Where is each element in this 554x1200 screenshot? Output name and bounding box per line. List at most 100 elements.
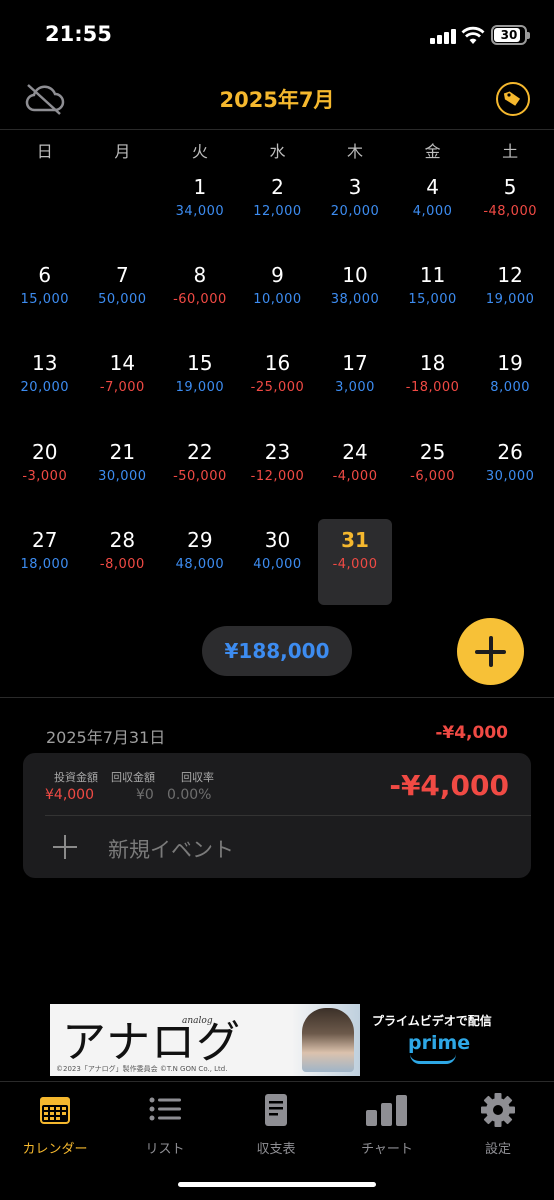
day-number: 18 [419,351,446,376]
day-amount: -60,000 [173,292,227,308]
day-amount: -6,000 [410,468,456,484]
calendar-day-cell[interactable]: 6 15,000 [6,254,84,342]
document-icon [265,1094,287,1126]
header: 2025年7月 [0,70,554,128]
section-divider [0,697,554,698]
day-amount: 19,000 [485,292,535,308]
calendar-day-cell[interactable]: 27 18,000 [6,519,84,607]
day-number: 12 [497,263,523,288]
calendar-grid: 1 34,000 2 12,000 3 20,000 4 4,000 5 -48,000 6 15,0… [6,166,549,607]
calendar-day-cell[interactable]: 29 48,000 [161,519,239,607]
calendar-day-cell[interactable]: 2 12,000 [239,166,317,254]
day-amount: 20,000 [330,204,380,219]
day-number: 5 [503,175,517,199]
day-number: 27 [32,527,58,552]
calendar-day-cell[interactable]: 18 -18,000 [394,342,472,430]
calendar-day-cell[interactable]: 25 -6,000 [394,431,472,519]
calendar-day-cell[interactable]: 24 -4,000 [316,431,394,519]
day-number: 6 [38,263,52,288]
ad-cta-panel: プライムビデオで配信 prime [360,1004,500,1076]
day-number: 23 [264,439,291,464]
day-amount: 15,000 [20,292,70,308]
day-number: 25 [419,439,446,464]
calendar-day-cell[interactable]: 5 -48,000 [471,166,549,254]
tab-calendar[interactable]: カレンダー [0,1092,110,1157]
day-number: 15 [187,351,213,376]
day-amount: 48,000 [175,556,225,572]
calendar-day-cell[interactable]: 13 20,000 [6,342,84,430]
calendar-day-cell[interactable]: 4 4,000 [394,166,472,254]
day-number: 19 [497,351,523,376]
day-amount: -18,000 [405,380,460,396]
month-title[interactable]: 2025年7月 [0,84,554,114]
day-amount: -8,000 [99,556,145,572]
ad-banner[interactable]: アナログ analog ©2023「アナログ」製作委員会 ©T.N GON Co… [50,1004,500,1076]
day-number: 22 [187,439,213,464]
rate-label: 回収率 [181,771,214,784]
calendar-day-cell[interactable]: 3 20,000 [316,166,394,254]
day-number: 26 [497,439,523,464]
day-number: 24 [342,439,368,464]
day-number: 3 [348,175,362,199]
tag-button[interactable] [496,82,530,116]
calendar-day-cell[interactable]: 30 40,000 [239,519,317,607]
day-number: 13 [32,351,58,376]
battery-icon: 30 [491,25,530,45]
card-divider [45,815,531,816]
plus-icon[interactable] [53,835,77,859]
day-number: 21 [109,439,136,464]
day-amount: 30,000 [98,468,147,484]
calendar-day-cell[interactable]: 15 19,000 [161,342,239,430]
day-amount: 50,000 [98,292,147,308]
tab-label-calendar: カレンダー [22,1142,88,1157]
day-number: 30 [264,527,291,552]
calendar-day-cell[interactable]: 11 15,000 [394,254,472,342]
calendar-day-cell[interactable]: 19 8,000 [471,342,549,430]
calendar-day-cell[interactable]: 8 -60,000 [161,254,239,342]
event-card[interactable]: 投資金額 ¥4,000 回収金額 ¥0 回収率 0.00% -¥4,000 新規… [23,753,531,878]
calendar-day-cell[interactable]: 21 30,000 [84,431,162,519]
wifi-icon [461,26,485,44]
return-label: 回収金額 [111,771,155,784]
calendar-day-cell[interactable]: 14 -7,000 [84,342,162,430]
day-amount: -12,000 [250,468,305,484]
selected-date: 2025年7月31日 [46,728,166,747]
calendar-day-cell[interactable]: 9 10,000 [239,254,317,342]
calendar-day-cell[interactable]: 31 -4,000 [318,518,392,605]
add-button[interactable] [457,618,524,685]
weekday-header: 日月火水木金土 [6,138,549,162]
rate-value: 0.00% [167,787,212,803]
tab-list[interactable]: リスト [110,1092,220,1157]
calendar-day-cell[interactable]: 17 3,000 [316,342,394,430]
day-amount: 15,000 [408,292,457,308]
ad-image: アナログ analog ©2023「アナログ」製作委員会 ©T.N GON Co… [50,1004,360,1076]
tab-ledger[interactable]: 収支表 [221,1092,331,1157]
calendar-day-cell[interactable]: 16 -25,000 [239,342,317,430]
calendar-day-cell[interactable]: 20 -3,000 [6,431,84,519]
selected-date-total: -¥4,000 [435,723,508,743]
weekday-label: 火 [191,142,208,161]
calendar-day-cell[interactable]: 10 38,000 [316,254,394,342]
gear-icon [481,1093,515,1127]
month-total-badge[interactable]: ¥188,000 [202,626,352,676]
calendar-day-cell[interactable]: 28 -8,000 [84,519,162,607]
day-number: 1 [193,175,207,199]
calendar-day-cell[interactable]: 7 50,000 [84,254,162,342]
day-number: 14 [109,351,136,376]
calendar-day-cell[interactable]: 23 -12,000 [239,431,317,519]
new-event-button[interactable]: 新規イベント [108,834,234,864]
day-amount: 18,000 [20,556,70,572]
empty-day-cell [6,166,84,254]
calendar-icon [40,1097,70,1124]
tab-settings[interactable]: 設定 [443,1092,553,1157]
day-amount: 30,000 [485,468,535,484]
calendar-day-cell[interactable]: 22 -50,000 [161,431,239,519]
invest-value: ¥4,000 [45,787,94,803]
weekday-label: 金 [424,142,441,161]
calendar-day-cell[interactable]: 12 19,000 [471,254,549,342]
day-number: 28 [109,527,136,552]
calendar-day-cell[interactable]: 1 34,000 [161,166,239,254]
tab-chart[interactable]: チャート [332,1092,442,1157]
calendar-day-cell[interactable]: 26 30,000 [471,431,549,519]
tab-label-list: リスト [145,1142,185,1157]
